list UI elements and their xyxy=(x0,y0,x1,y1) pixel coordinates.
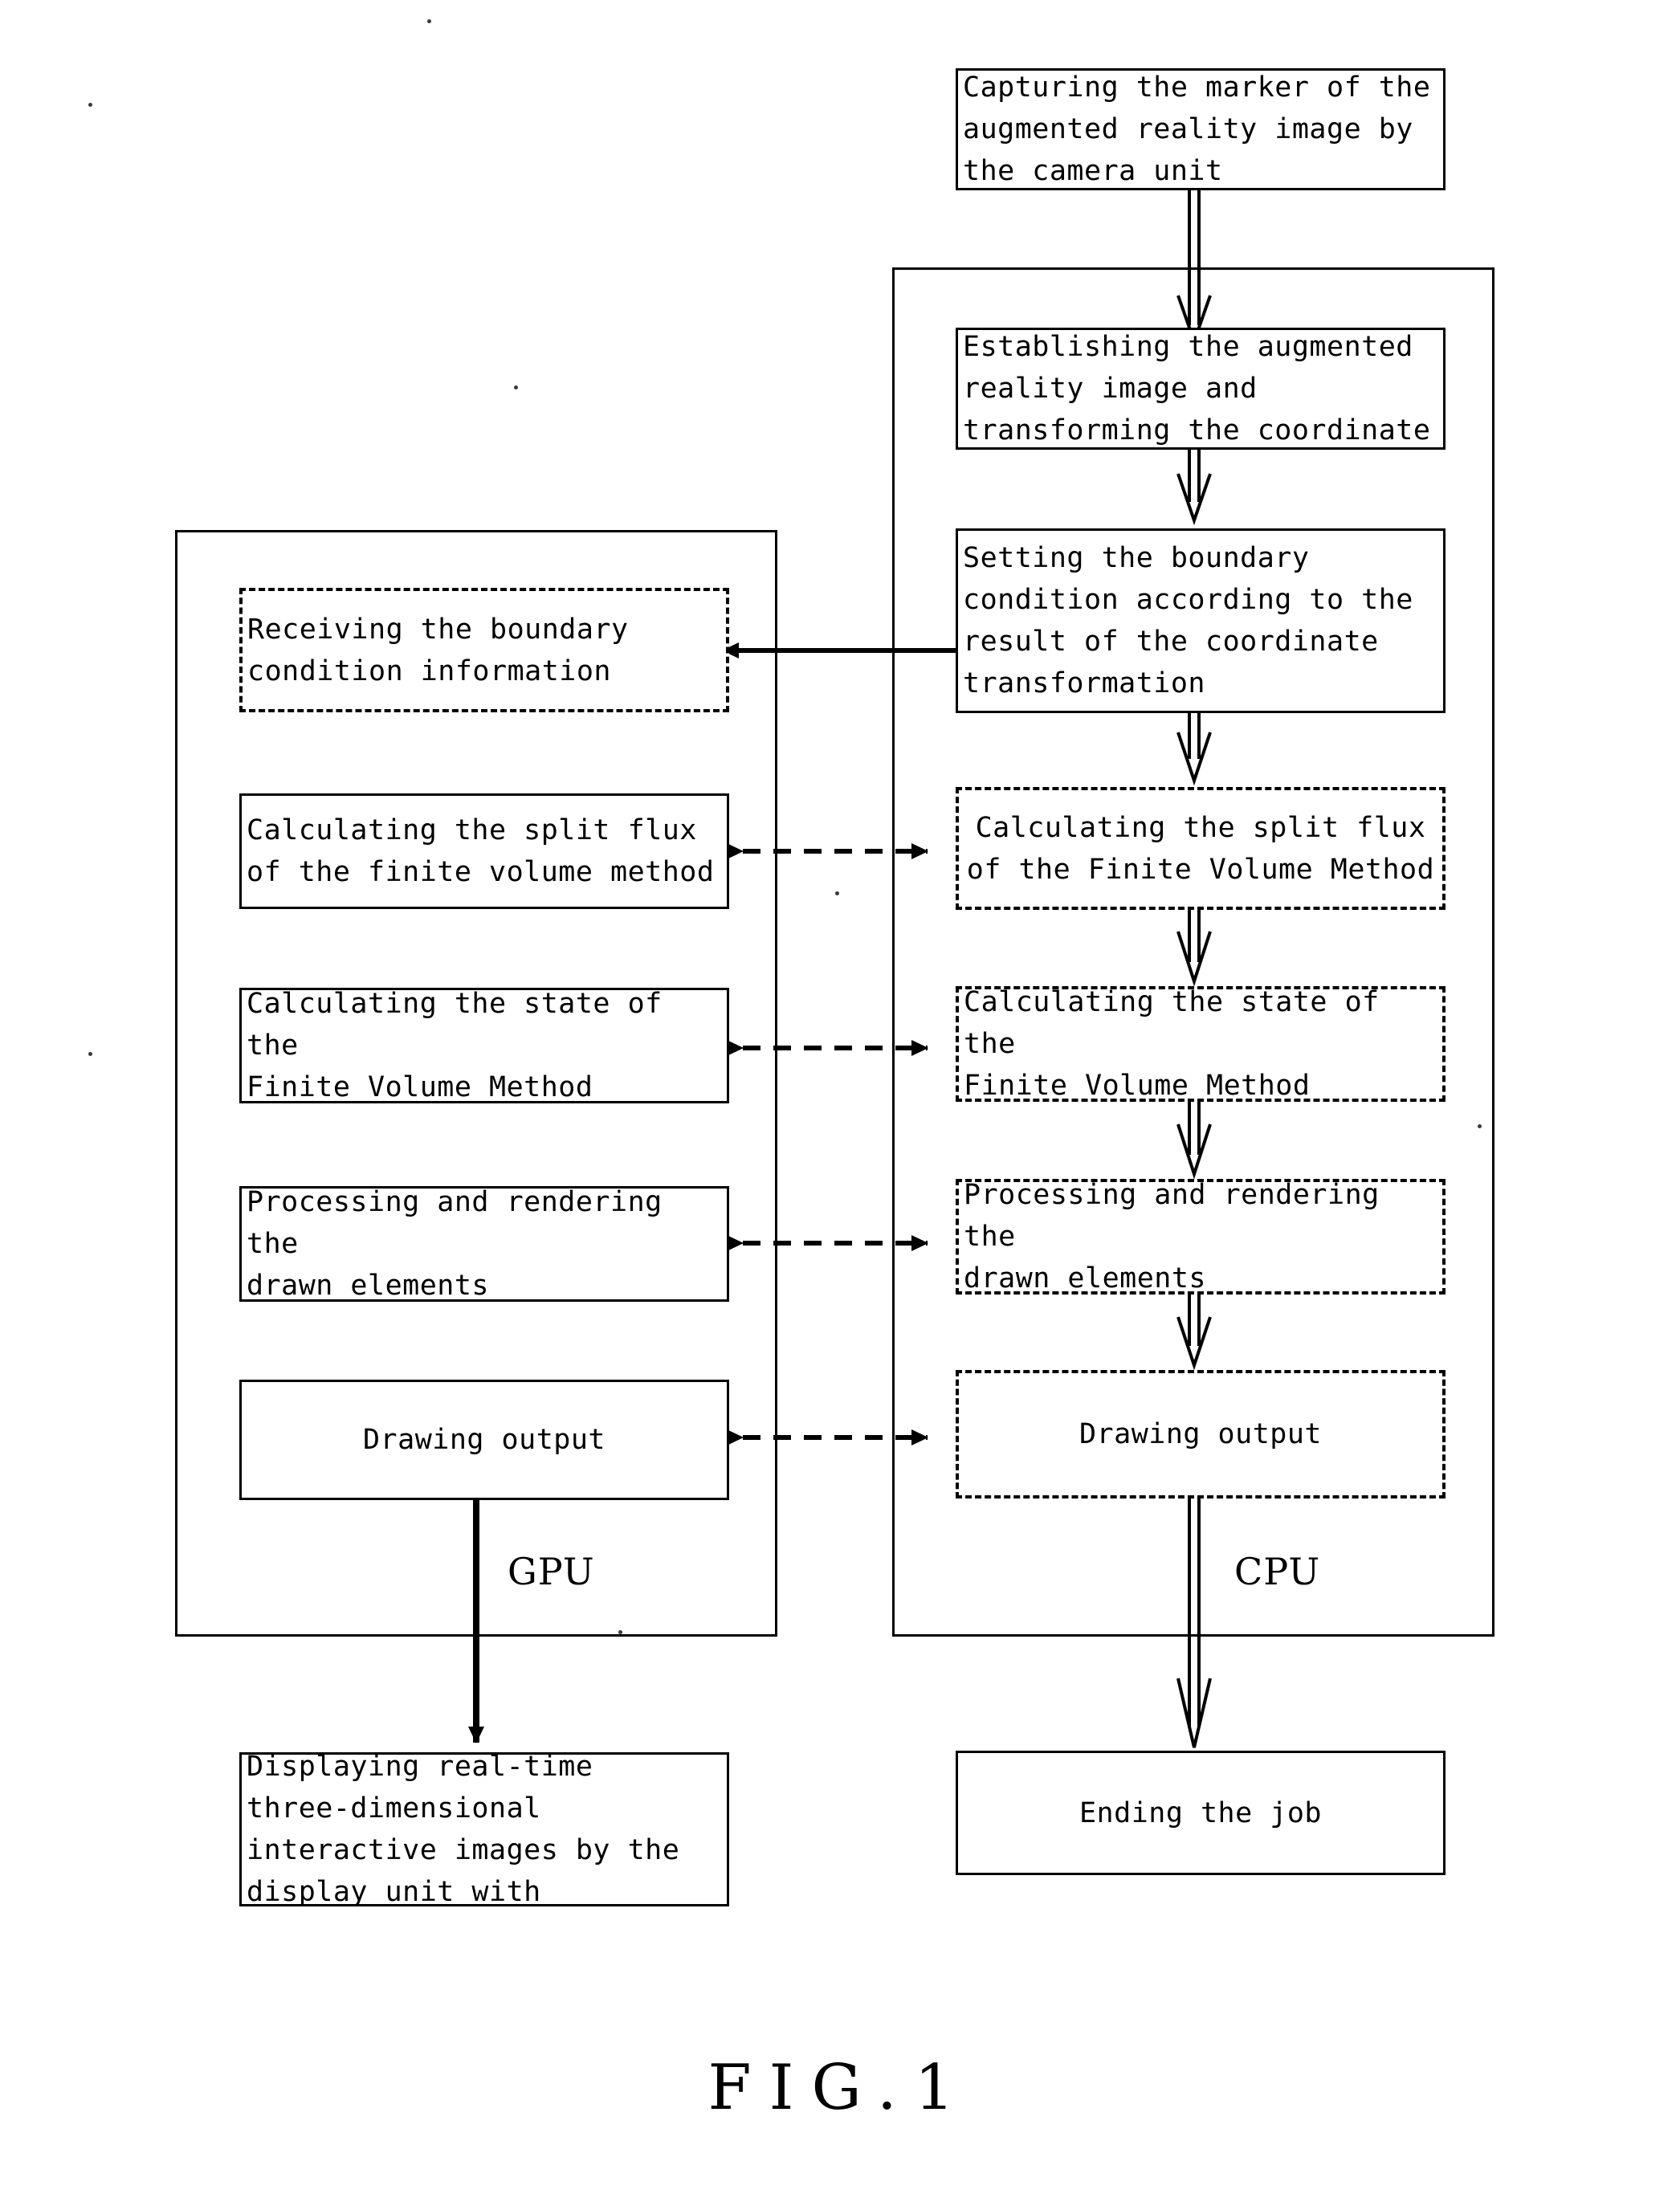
node-cpu-render-text: Processing and rendering the drawn eleme… xyxy=(964,1179,1380,1295)
node-cpu-split-flux[interactable]: Calculating the split flux of the Finite… xyxy=(956,787,1446,910)
node-ending-the-job[interactable]: Ending the job xyxy=(956,1751,1446,1875)
node-gpu-state[interactable]: Calculating the state of the Finite Volu… xyxy=(239,988,729,1103)
scan-speck xyxy=(88,103,92,107)
node-gpu-drawing-output-text: Drawing output xyxy=(362,1424,606,1456)
node-capturing-marker[interactable]: Capturing the marker of the augmented re… xyxy=(956,68,1446,190)
node-gpu-render[interactable]: Processing and rendering the drawn eleme… xyxy=(239,1186,729,1302)
scan-speck xyxy=(427,19,431,23)
node-cpu-state-text: Calculating the state of the Finite Volu… xyxy=(964,986,1380,1102)
node-ending-the-job-text: Ending the job xyxy=(1079,1796,1322,1829)
node-cpu-drawing-output[interactable]: Drawing output xyxy=(956,1370,1446,1498)
node-gpu-display-output-text: Displaying real-time three-dimensional i… xyxy=(247,1751,680,1908)
node-capturing-marker-text: Capturing the marker of the augmented re… xyxy=(963,71,1431,187)
figure-canvas: GPU CPU Capturing the marker of the augm… xyxy=(0,0,1680,2210)
node-cpu-render[interactable]: Processing and rendering the drawn eleme… xyxy=(956,1179,1446,1295)
node-gpu-split-flux[interactable]: Calculating the split flux of the finite… xyxy=(239,793,729,909)
node-establishing-ar-image-text: Establishing the augmented reality image… xyxy=(963,331,1431,446)
node-establishing-ar-image[interactable]: Establishing the augmented reality image… xyxy=(956,328,1446,450)
node-gpu-state-text: Calculating the state of the Finite Volu… xyxy=(247,988,663,1103)
scan-speck xyxy=(514,385,518,389)
node-cpu-state[interactable]: Calculating the state of the Finite Volu… xyxy=(956,986,1446,1102)
node-gpu-display-output[interactable]: Displaying real-time three-dimensional i… xyxy=(239,1751,729,1908)
node-cpu-drawing-output-text: Drawing output xyxy=(1079,1418,1322,1450)
node-gpu-render-text: Processing and rendering the drawn eleme… xyxy=(247,1186,663,1302)
node-gpu-drawing-output[interactable]: Drawing output xyxy=(239,1380,729,1500)
scan-speck xyxy=(88,1052,92,1056)
figure-caption: FIG.1 xyxy=(707,2052,973,2124)
cpu-group-label: CPU xyxy=(1234,1550,1321,1593)
gpu-group-label: GPU xyxy=(508,1550,595,1593)
node-gpu-receive-boundary-text: Receiving the boundary condition informa… xyxy=(247,613,629,687)
node-gpu-split-flux-text: Calculating the split flux of the finite… xyxy=(247,814,715,888)
node-setting-boundary-condition-text: Setting the boundary condition according… xyxy=(963,542,1413,699)
node-setting-boundary-condition[interactable]: Setting the boundary condition according… xyxy=(956,528,1446,713)
node-gpu-receive-boundary[interactable]: Receiving the boundary condition informa… xyxy=(239,588,729,712)
node-cpu-split-flux-text: Calculating the split flux of the Finite… xyxy=(966,811,1435,886)
scan-speck xyxy=(835,891,839,895)
